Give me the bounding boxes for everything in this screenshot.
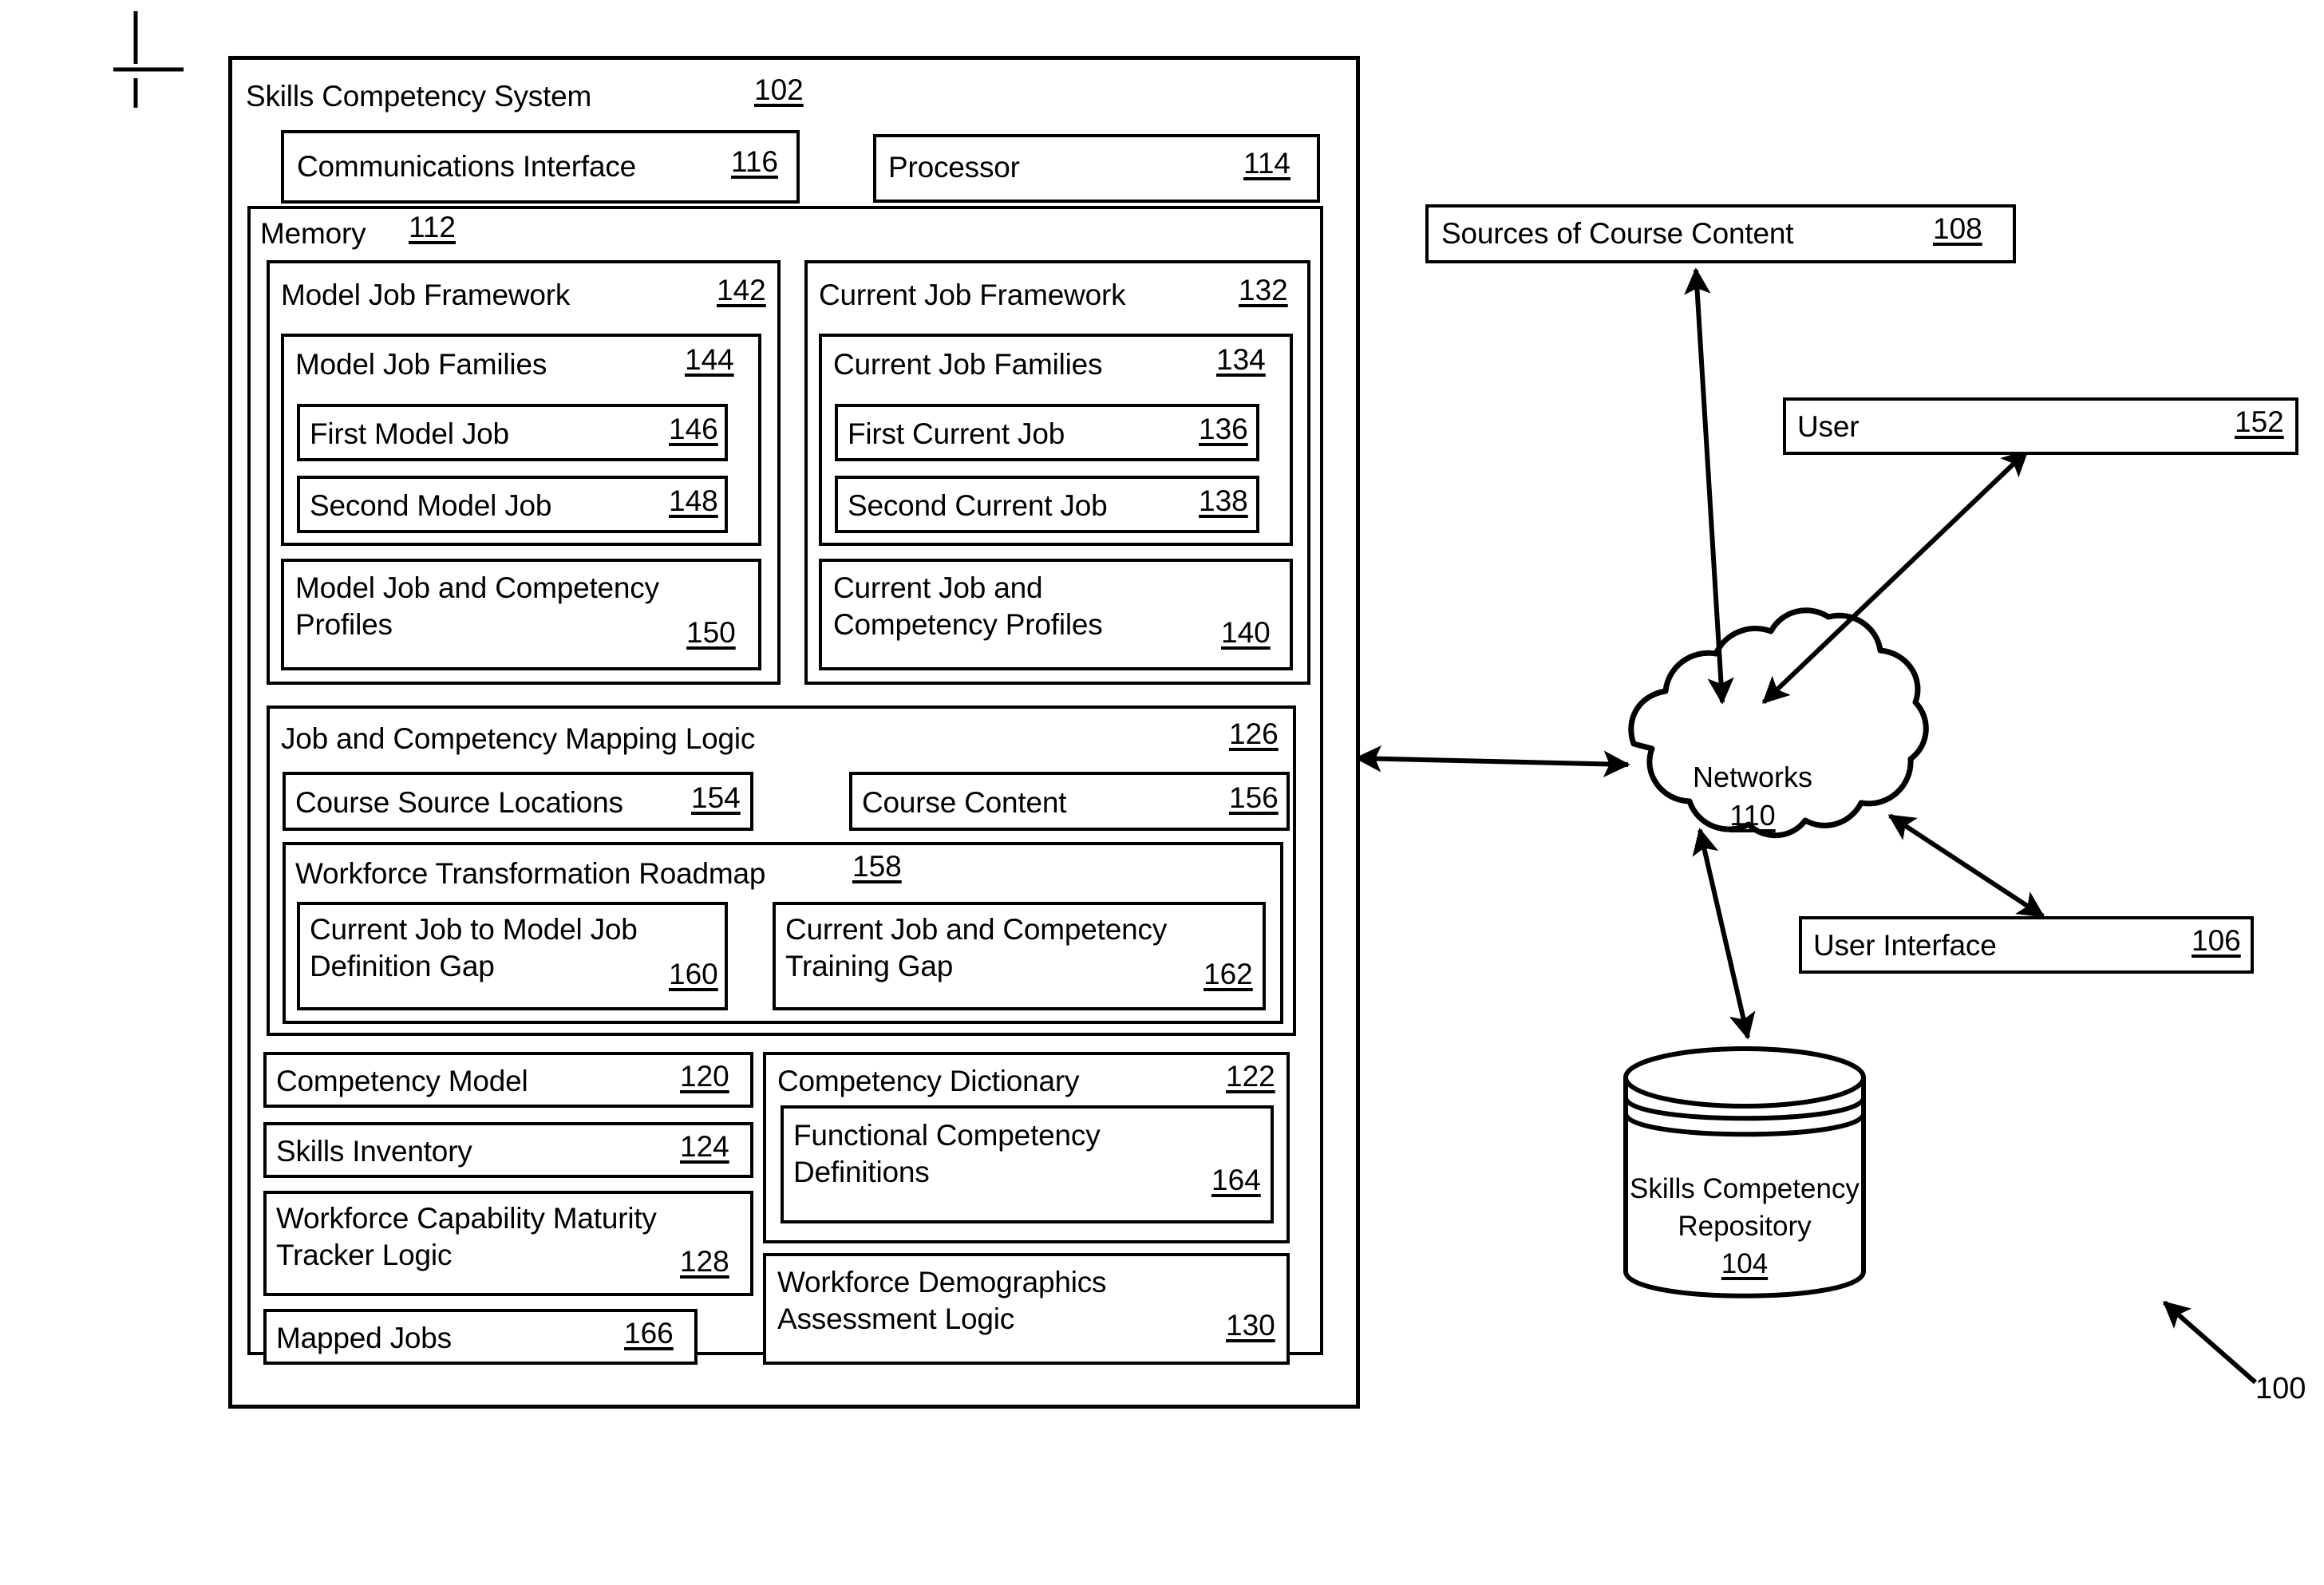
mapped-jobs-ref: 166 <box>624 1317 674 1350</box>
course-content-label: Course Content <box>862 786 1067 819</box>
competency-dictionary-label: Competency Dictionary <box>777 1065 1080 1097</box>
arrow-system-networks <box>1354 745 1630 778</box>
course-source-locations-ref: 154 <box>691 781 741 814</box>
course-content-ref: 156 <box>1229 781 1279 814</box>
competency-model-ref: 120 <box>680 1060 729 1093</box>
functional-competency-definitions-label: Functional Competency Definitions <box>793 1119 1109 1188</box>
workforce-transformation-roadmap-ref: 158 <box>852 850 902 883</box>
skills-inventory-label: Skills Inventory <box>276 1135 472 1168</box>
networks-ref: 110 <box>1729 799 1776 832</box>
workforce-demographics-assessment-logic-label: Workforce Demographics Assessment Logic <box>777 1266 1113 1335</box>
sources-of-course-content-label: Sources of Course Content <box>1441 217 1794 250</box>
repository-ref: 104 <box>1721 1248 1769 1279</box>
arrow-networks-repository <box>1692 828 1756 1040</box>
memory-label: Memory <box>260 217 366 250</box>
skills-competency-system-ref: 102 <box>754 73 804 106</box>
first-model-job-label: First Model Job <box>310 417 509 450</box>
model-job-families-ref: 144 <box>685 343 734 376</box>
communications-interface-ref: 116 <box>731 145 778 178</box>
current-job-competency-profiles-label: Current Job and Competency Profiles <box>833 571 1103 641</box>
networks-label: Networks <box>1692 761 1813 793</box>
second-model-job-ref: 148 <box>669 484 718 517</box>
figure-leader-arrow <box>2162 1300 2257 1385</box>
mapped-jobs-label: Mapped Jobs <box>276 1322 452 1354</box>
current-job-families-ref: 134 <box>1216 343 1266 376</box>
arrow-networks-user <box>1761 449 2030 705</box>
mapping-logic-ref: 126 <box>1229 717 1279 750</box>
repository-label-line1: Skills Competency <box>1630 1173 1860 1204</box>
workforce-demographics-assessment-logic-ref: 130 <box>1226 1309 1275 1342</box>
second-current-job-ref: 138 <box>1199 484 1248 517</box>
user-box[interactable] <box>1783 397 2298 455</box>
repository-label-line2: Repository <box>1678 1211 1812 1242</box>
sources-of-course-content-ref: 108 <box>1933 212 1982 245</box>
first-current-job-ref: 136 <box>1199 413 1248 445</box>
user-interface-ref: 106 <box>2192 924 2241 957</box>
current-job-framework-ref: 132 <box>1239 274 1288 306</box>
user-interface-label: User Interface <box>1813 929 1997 962</box>
processor-text: Processor <box>888 151 1020 184</box>
skills-inventory-ref: 124 <box>680 1130 729 1163</box>
second-model-job-label: Second Model Job <box>310 489 552 522</box>
workforce-capability-maturity-tracker-logic-label: Workforce Capability Maturity Tracker Lo… <box>276 1202 665 1271</box>
model-job-framework-label: Model Job Framework <box>281 279 571 311</box>
competency-dictionary-ref: 122 <box>1226 1060 1275 1093</box>
user-ref: 152 <box>2235 405 2284 438</box>
definition-gap-ref: 160 <box>669 958 718 990</box>
workforce-capability-maturity-tracker-logic-ref: 128 <box>680 1245 729 1278</box>
competency-model-label: Competency Model <box>276 1065 528 1097</box>
workforce-transformation-roadmap-label: Workforce Transformation Roadmap <box>295 857 766 890</box>
definition-gap-label: Current Job to Model Job Definition Gap <box>310 913 646 982</box>
skills-competency-system-title: Skills Competency System <box>246 80 592 113</box>
model-job-framework-ref: 142 <box>717 274 766 306</box>
processor-ref: 114 <box>1243 147 1290 180</box>
first-model-job-ref: 146 <box>669 413 718 445</box>
arrow-networks-user-interface <box>1887 813 2045 919</box>
first-current-job-label: First Current Job <box>848 417 1065 450</box>
communications-interface-text: Communications Interface <box>297 150 636 183</box>
figure-number: 100 <box>2255 1372 2306 1405</box>
memory-ref: 112 <box>409 211 456 243</box>
functional-competency-definitions-ref: 164 <box>1211 1164 1261 1196</box>
training-gap-ref: 162 <box>1204 958 1253 990</box>
arrow-networks-sources <box>1684 267 1734 705</box>
current-job-framework-label: Current Job Framework <box>819 279 1126 311</box>
training-gap-label: Current Job and Competency Training Gap <box>785 913 1175 982</box>
model-job-competency-profiles-ref: 150 <box>686 616 736 649</box>
user-label: User <box>1797 410 1860 443</box>
registration-crosshair-icon <box>113 11 184 108</box>
patent-figure: cloud --> sources of course content --> … <box>0 0 2324 1585</box>
mapping-logic-label: Job and Competency Mapping Logic <box>281 722 756 755</box>
model-job-families-label: Model Job Families <box>295 348 547 381</box>
current-job-families-label: Current Job Families <box>833 348 1103 381</box>
current-job-competency-profiles-ref: 140 <box>1221 616 1271 649</box>
course-source-locations-label: Course Source Locations <box>295 786 623 819</box>
second-current-job-label: Second Current Job <box>848 489 1108 522</box>
model-job-competency-profiles-label: Model Job and Competency Profiles <box>295 571 668 641</box>
